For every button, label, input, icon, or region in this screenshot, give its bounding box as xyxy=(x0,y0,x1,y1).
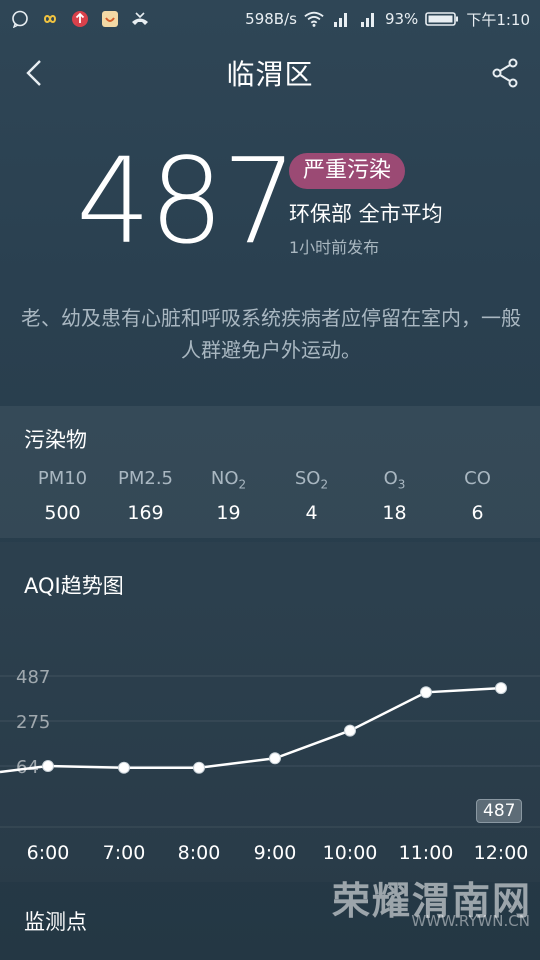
pollutant-name: PM10 xyxy=(37,468,88,489)
data-point xyxy=(42,760,54,772)
monitor-section-title[interactable]: 监测点 xyxy=(24,906,87,936)
pollutant-item: PM10 500 xyxy=(21,468,104,524)
status-bar: 598B/s 93% 下午1:10 xyxy=(0,0,540,38)
pollutant-name: NO2 xyxy=(210,468,247,492)
watermark-url: WWW.RYWN.CN xyxy=(411,912,530,930)
data-point xyxy=(495,682,507,695)
x-tick-label: 11:00 xyxy=(398,842,454,864)
battery-percent: 93% xyxy=(384,10,419,28)
x-tick-label: 6:00 xyxy=(26,842,70,864)
pollutant-name: PM2.5 xyxy=(117,468,173,489)
missed-call-icon xyxy=(130,9,150,29)
pollutant-value: 19 xyxy=(216,502,241,524)
data-point xyxy=(118,761,130,774)
x-tick-label: 8:00 xyxy=(177,842,221,864)
signal-sim1-icon xyxy=(331,9,351,29)
pollutant-item: CO 6 xyxy=(436,468,519,524)
data-point xyxy=(420,686,432,699)
pollutant-value: 18 xyxy=(382,502,407,524)
pollutant-section-title: 污染物 xyxy=(24,428,87,452)
data-point xyxy=(193,761,205,774)
aqi-summary: 487 严重污染 环保部 全市平均 1小时前发布 xyxy=(0,142,540,260)
series-line xyxy=(0,686,502,774)
pollutant-name: SO2 xyxy=(294,468,329,492)
chevron-left-icon xyxy=(26,60,41,86)
pollutant-item: O3 18 xyxy=(353,468,436,524)
data-source: 环保部 全市平均 xyxy=(289,202,443,226)
pollutant-item: PM2.5 169 xyxy=(104,468,187,524)
pollutant-value: 500 xyxy=(44,502,81,524)
battery-icon xyxy=(425,9,459,29)
aqi-trend-chart[interactable]: 48727564 xyxy=(0,542,540,882)
y-tick-label: 487 xyxy=(16,667,50,688)
x-tick-label: 9:00 xyxy=(253,842,297,864)
time-axis: 6:00 7:00 8:00 9:00 10:00 11:00 12:00 xyxy=(0,842,540,872)
chat-bubble-icon xyxy=(10,9,30,29)
clock: 下午1:10 xyxy=(466,10,530,29)
network-speed: 598B/s xyxy=(245,10,297,28)
data-point xyxy=(344,724,356,737)
page-title: 临渭区 xyxy=(226,58,314,91)
pollutant-value: 4 xyxy=(305,502,318,524)
aqi-value: 487 xyxy=(76,132,297,270)
pollutant-value: 6 xyxy=(471,502,484,524)
y-tick-label: 275 xyxy=(16,712,50,733)
infinity-icon xyxy=(40,9,60,29)
pollutant-name: O3 xyxy=(383,468,406,492)
back-button[interactable] xyxy=(18,56,52,90)
data-point xyxy=(269,752,281,765)
wifi-icon xyxy=(304,9,324,29)
x-tick-label: 10:00 xyxy=(322,842,378,864)
selected-value-tooltip: 487 xyxy=(476,799,523,823)
upload-notification-icon xyxy=(70,9,90,29)
pollutant-name: CO xyxy=(464,468,491,489)
pollution-level-badge: 严重污染 xyxy=(289,153,406,189)
pollutant-panel: 污染物 PM10 500 PM2.5 169 NO2 19 SO2 4 O3 1… xyxy=(0,406,540,538)
x-tick-label: 12:00 xyxy=(473,842,529,864)
share-icon xyxy=(492,58,518,88)
health-advice: 老、幼及患有心脏和呼吸系统疾病者应停留在室内，一般人群避免户外运动。 xyxy=(21,306,521,362)
signal-sim2-icon xyxy=(358,9,378,29)
x-tick-label: 7:00 xyxy=(102,842,146,864)
publish-time: 1小时前发布 xyxy=(289,238,380,257)
pollutant-list: PM10 500 PM2.5 169 NO2 19 SO2 4 O3 18 CO… xyxy=(0,468,540,524)
pollutant-item: SO2 4 xyxy=(270,468,353,524)
share-button[interactable] xyxy=(488,56,522,90)
pollutant-item: NO2 19 xyxy=(187,468,270,524)
pollutant-value: 169 xyxy=(127,502,164,524)
app-bar: 临渭区 xyxy=(0,38,540,108)
aqi-trend-panel: AQI趋势图 487 275 64 487 6:00 7:00 8:00 9:00 10:0… xyxy=(0,542,540,882)
app-notification-icon xyxy=(100,9,120,29)
